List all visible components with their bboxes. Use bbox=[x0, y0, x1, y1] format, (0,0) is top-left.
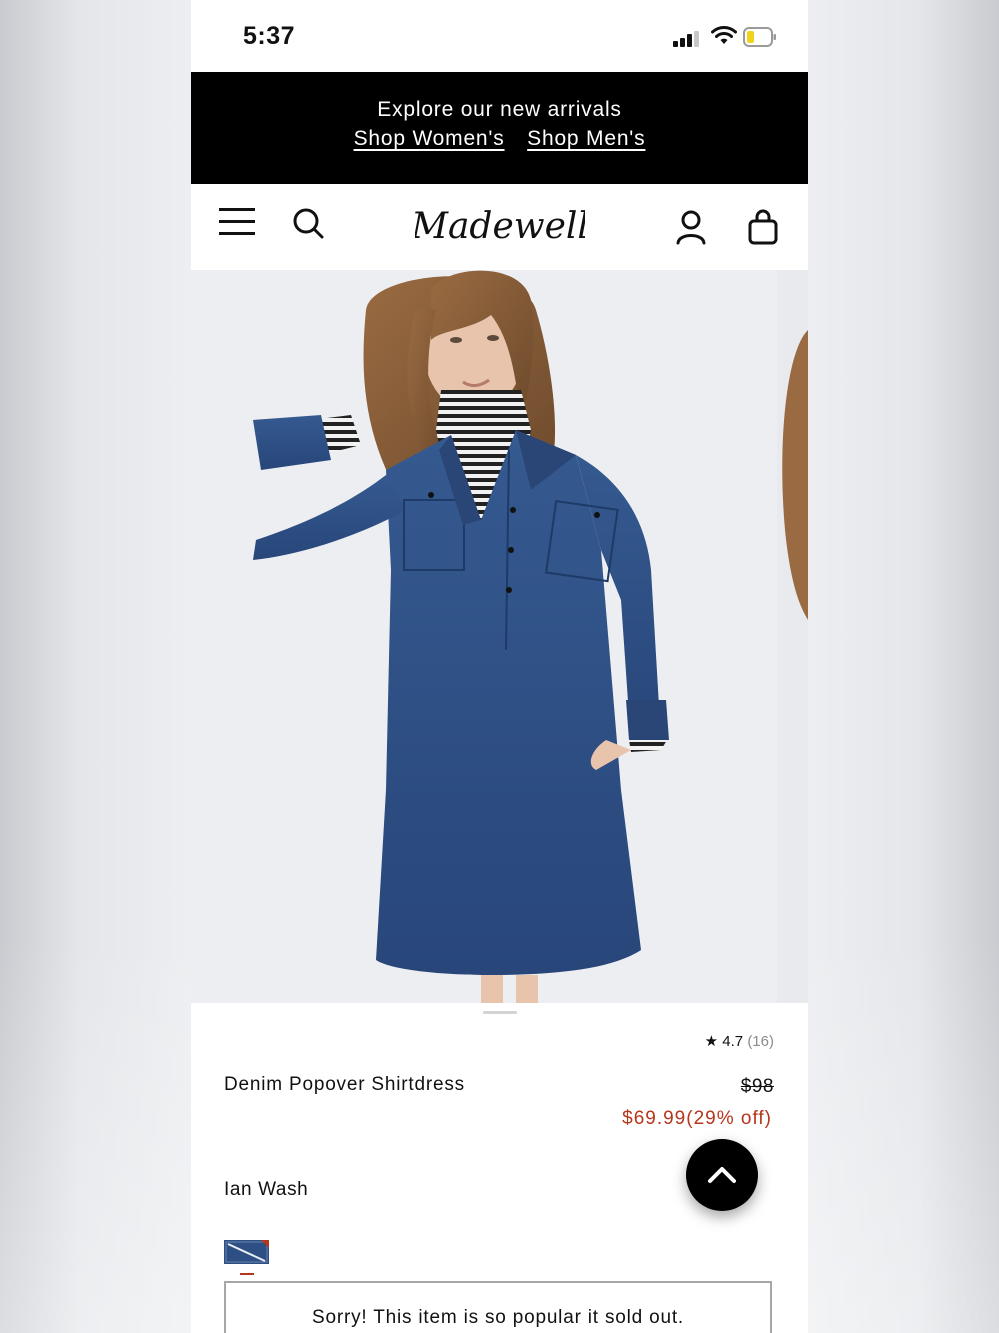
rating-value: 4.7 bbox=[722, 1033, 744, 1050]
original-price: $98 bbox=[740, 1076, 774, 1097]
wifi-icon bbox=[711, 26, 737, 44]
search-icon[interactable] bbox=[291, 206, 325, 240]
promo-links: Shop Women's Shop Men's bbox=[191, 127, 808, 151]
chevron-up-icon bbox=[708, 1167, 736, 1183]
account-icon[interactable] bbox=[675, 209, 707, 245]
next-image-illustration bbox=[782, 330, 808, 620]
shop-mens-link[interactable]: Shop Men's bbox=[527, 127, 645, 150]
product-photo-illustration bbox=[253, 270, 669, 1003]
scroll-to-top-button[interactable] bbox=[686, 1139, 758, 1211]
star-icon: ★ bbox=[704, 1033, 719, 1050]
menu-icon[interactable] bbox=[219, 206, 257, 238]
sale-price: $69.99(29% off) bbox=[622, 1108, 772, 1129]
status-time: 5:37 bbox=[243, 22, 296, 50]
promo-banner: Explore our new arrivals Shop Women's Sh… bbox=[191, 72, 808, 184]
brand-logo-text: Madewell bbox=[415, 206, 585, 247]
drag-handle[interactable] bbox=[483, 1011, 517, 1014]
selected-color-name: Ian Wash bbox=[224, 1179, 309, 1200]
phone-screen: 5:37 Explore our new arrivals Shop Women… bbox=[191, 0, 808, 1333]
promo-title: Explore our new arrivals bbox=[377, 98, 622, 121]
soldout-notice: Sorry! This item is so popular it sold o… bbox=[224, 1281, 772, 1333]
shop-womens-link[interactable]: Shop Women's bbox=[354, 127, 505, 150]
site-header: Madewell bbox=[191, 184, 808, 270]
bag-icon[interactable] bbox=[748, 209, 778, 245]
soldout-message: Sorry! This item is so popular it sold o… bbox=[312, 1307, 684, 1328]
battery-icon bbox=[743, 27, 776, 47]
brand-logo[interactable]: Madewell bbox=[415, 198, 585, 254]
product-rating[interactable]: ★ 4.7 (16) bbox=[705, 1032, 774, 1050]
color-swatch[interactable] bbox=[224, 1240, 269, 1264]
review-count: (16) bbox=[747, 1033, 774, 1050]
next-product-image-peek[interactable] bbox=[777, 270, 808, 1003]
signal-icon bbox=[673, 31, 699, 47]
swatch-selected-indicator bbox=[240, 1273, 254, 1275]
status-bar: 5:37 bbox=[191, 0, 808, 72]
product-name: Denim Popover Shirtdress bbox=[224, 1074, 465, 1095]
product-image[interactable] bbox=[191, 270, 777, 1003]
